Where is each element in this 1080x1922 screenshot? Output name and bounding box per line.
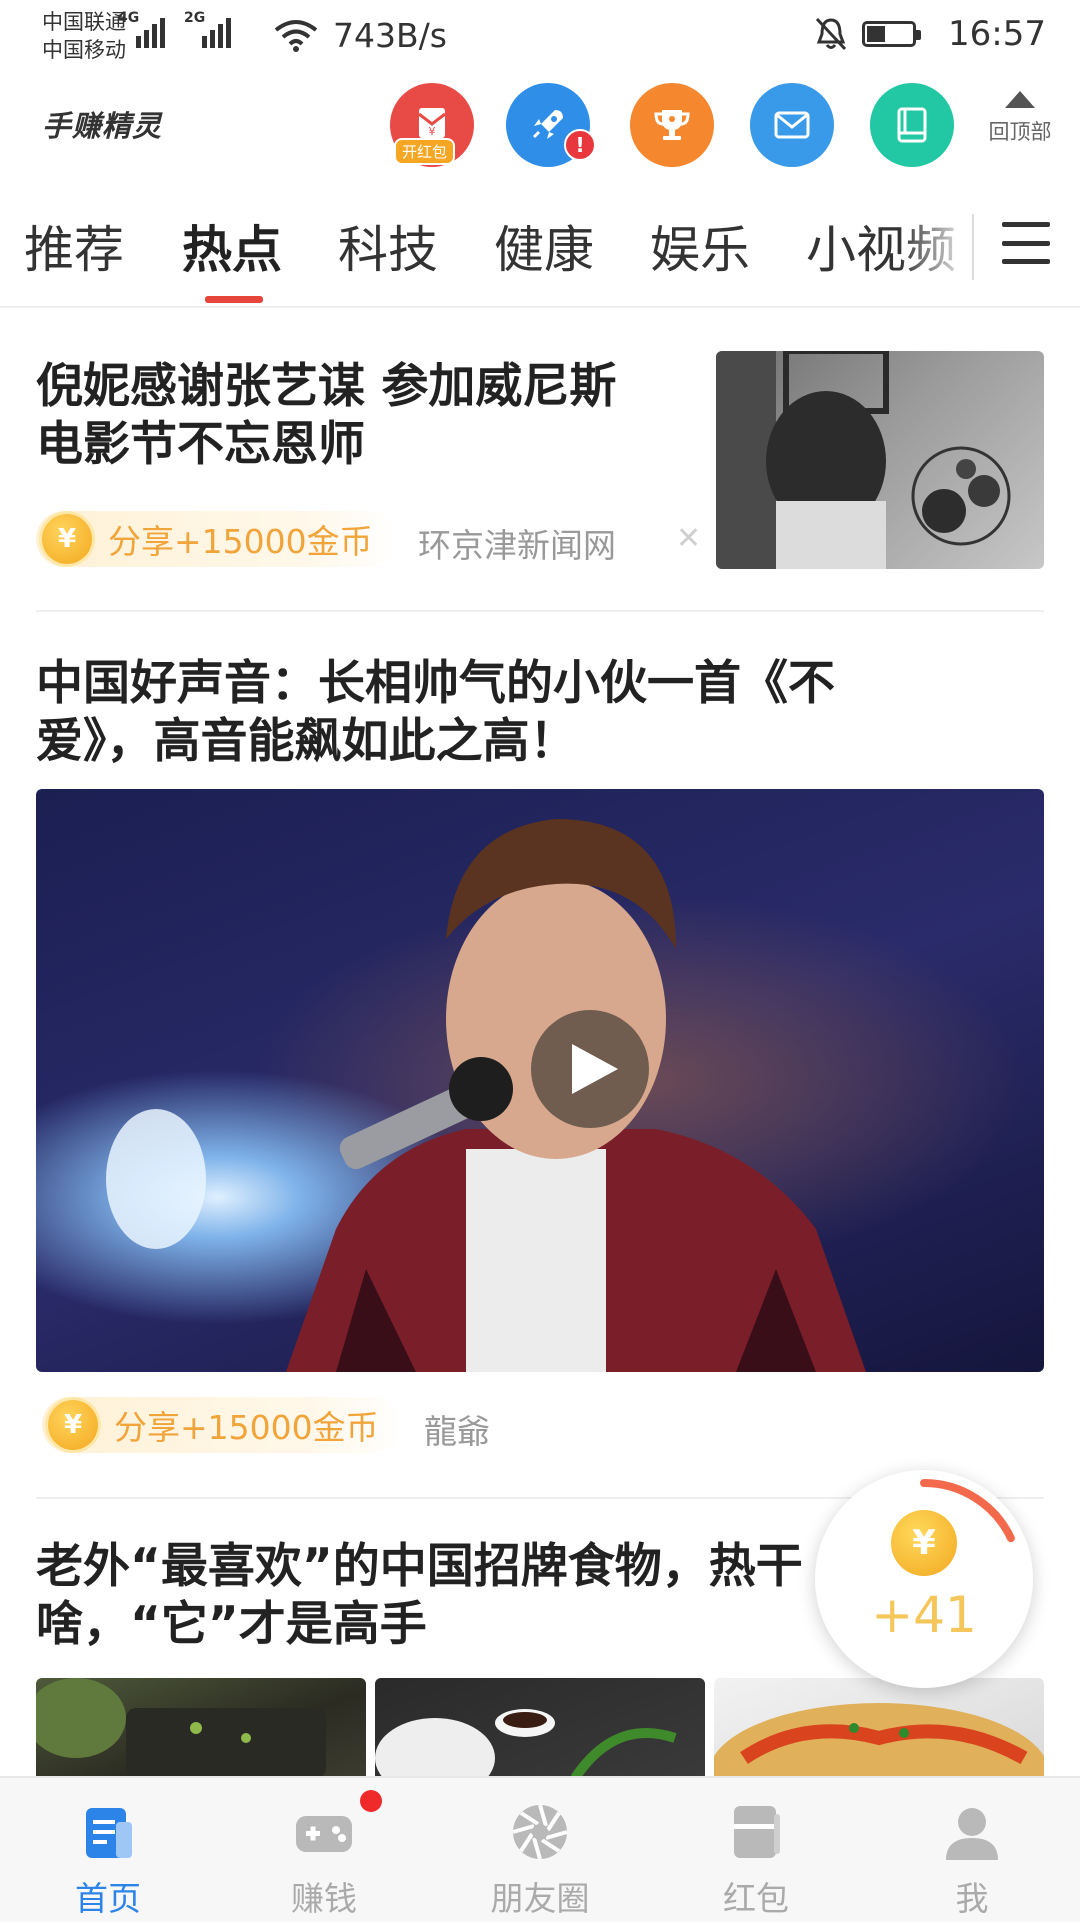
nav-earn[interactable]: 赚钱: [216, 1778, 432, 1922]
wallet-icon: [734, 1806, 780, 1858]
menu-icon[interactable]: [1002, 222, 1050, 264]
tab-separator: [972, 214, 974, 280]
nav-label: 我: [955, 1879, 989, 1918]
tab-entertainment[interactable]: 娱乐: [650, 210, 750, 282]
tab-tech[interactable]: 科技: [338, 210, 438, 282]
article-image: [375, 1678, 705, 1778]
message-button[interactable]: [750, 83, 834, 167]
coin-icon: ¥: [48, 1400, 98, 1450]
share-reward-badge[interactable]: ¥ 分享+15000金币: [36, 511, 397, 567]
dismiss-icon[interactable]: ✕: [676, 521, 701, 556]
carrier-2: 中国移动: [42, 38, 126, 62]
article-title-line: 中国好声音：长相帅气的小伙一首《不: [36, 656, 835, 711]
article-title: 老外“最喜欢”的中国招牌食物，热干 啥，“它”才是高手: [36, 1538, 836, 1654]
nav-label: 首页: [75, 1879, 141, 1918]
article-source: 环京津新闻网: [418, 526, 616, 565]
trophy-button[interactable]: [630, 83, 714, 167]
nav-red-packet[interactable]: 红包: [648, 1778, 864, 1922]
shutter-icon: [512, 1804, 568, 1860]
article-thumbnail: [716, 351, 1044, 569]
tab-hot[interactable]: 热点: [182, 210, 282, 282]
reward-text: 分享+15000金币: [114, 1408, 379, 1447]
rocket-button[interactable]: !: [506, 83, 596, 167]
nav-home[interactable]: 首页: [0, 1778, 216, 1922]
app-header: 手赚精灵 ¥ 开红包 ! 回顶部: [0, 75, 1080, 175]
carrier-labels: 中国联通 中国移动: [42, 8, 126, 64]
back-to-top-label: 回顶部: [988, 120, 1052, 144]
tab-recommend[interactable]: 推荐: [24, 210, 124, 282]
back-to-top-button[interactable]: 回顶部: [982, 91, 1058, 146]
app-logo: 手赚精灵: [42, 109, 163, 143]
user-icon: [946, 1808, 998, 1860]
coin-icon: ¥: [891, 1510, 957, 1576]
reward-progress-ring: [824, 1479, 1024, 1679]
home-doc-icon: [86, 1808, 132, 1858]
nav-label: 赚钱: [291, 1879, 357, 1918]
article-source: 龍爺: [424, 1412, 490, 1451]
article-title-line: 爱》，高音能飙如此之高！: [36, 714, 577, 769]
notification-dot: [360, 1790, 382, 1812]
article-title-line: 啥，“它”才是高手: [36, 1597, 427, 1652]
carrier-1: 中国联通: [42, 10, 126, 34]
article-title-line: 电影节不忘恩师: [36, 417, 365, 472]
nav-label: 红包: [723, 1879, 789, 1918]
article-image: [714, 1678, 1044, 1778]
article-title: 中国好声音：长相帅气的小伙一首《不 爱》，高音能飙如此之高！: [36, 655, 835, 771]
tab-fade: [900, 200, 972, 300]
nav-label: 朋友圈: [490, 1879, 590, 1918]
divider: [36, 610, 1044, 612]
rocket-alert-badge: !: [564, 129, 596, 161]
status-right: 16:57: [814, 14, 1046, 54]
video-thumbnail[interactable]: [36, 789, 1044, 1372]
category-tabs: 推荐 热点 科技 健康 娱乐 小视频: [0, 200, 1080, 308]
play-button[interactable]: [531, 1010, 649, 1128]
share-reward-badge[interactable]: ¥ 分享+15000金币: [42, 1397, 403, 1453]
active-tab-indicator: [205, 296, 263, 303]
reward-text: 分享+15000金币: [108, 522, 373, 561]
wifi-icon: [274, 20, 318, 52]
network-speed: 743B/s: [333, 16, 447, 55]
article-title-line: 老外“最喜欢”的中国招牌食物，热干: [36, 1539, 803, 1594]
up-arrow-icon: [1005, 91, 1035, 108]
tab-health[interactable]: 健康: [494, 210, 594, 282]
red-packet-button[interactable]: ¥ 开红包: [390, 83, 474, 167]
signal-icon: [202, 14, 231, 48]
red-packet-badge: 开红包: [394, 138, 456, 165]
article-title-line: 倪妮感谢张艺谋 参加威尼斯: [36, 359, 617, 414]
mute-bell-icon: [815, 17, 847, 51]
mail-icon: [774, 111, 810, 139]
nav-moments[interactable]: 朋友圈: [432, 1778, 648, 1922]
nav-me[interactable]: 我: [864, 1778, 1080, 1922]
gamepad-icon: [296, 1816, 352, 1852]
coin-icon: ¥: [42, 514, 92, 564]
svg-text:¥: ¥: [429, 125, 436, 138]
trophy-icon: [654, 110, 690, 140]
bottom-nav: 首页 赚钱 朋友圈 红包 我: [0, 1776, 1080, 1922]
book-icon: [897, 107, 927, 143]
article-title: 倪妮感谢张艺谋 参加威尼斯 电影节不忘恩师: [36, 358, 616, 474]
clock: 16:57: [948, 14, 1046, 54]
status-bar: 中国联通 中国移动 4G 2G 743B/s 16:57: [0, 0, 1080, 75]
battery-icon: [862, 21, 922, 47]
reward-value: +41: [871, 1586, 977, 1644]
reward-timer-widget[interactable]: ¥ +41: [815, 1470, 1033, 1688]
signal-icon: [136, 14, 165, 48]
book-button[interactable]: [870, 83, 954, 167]
play-icon: [572, 1044, 618, 1094]
article-image: [36, 1678, 366, 1778]
